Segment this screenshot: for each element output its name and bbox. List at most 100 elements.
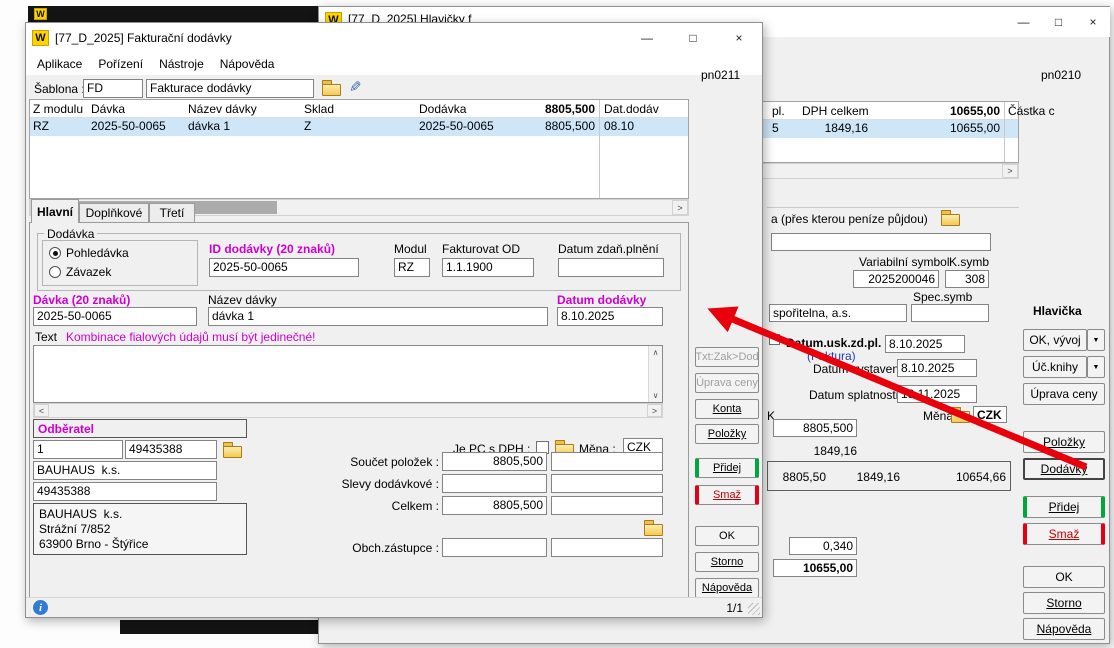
selected-row[interactable]: RZ 2025-50-0065 dávka 1 Z 2025-50-0065 8… xyxy=(30,118,688,136)
menu-aplikace[interactable]: Aplikace xyxy=(29,57,90,71)
kurz-field[interactable]: 0,340 xyxy=(789,537,857,555)
uc-knihy-button[interactable]: Úč.knihy xyxy=(1023,356,1087,378)
polozky-button[interactable]: Položky xyxy=(1023,431,1105,453)
tab-doplnkove[interactable]: Doplňkové xyxy=(79,203,149,223)
dodavky-button[interactable]: Dodávky xyxy=(1023,458,1105,480)
close-button[interactable]: × xyxy=(1076,7,1110,37)
uc-knihy-dropdown[interactable]: ▼ xyxy=(1087,356,1105,378)
uprava-ceny-button[interactable]: Úprava ceny xyxy=(695,373,759,393)
mena-field[interactable]: CZK xyxy=(973,406,1007,423)
radio-pohledavka[interactable]: Pohledávka xyxy=(49,246,129,260)
odberatel-code-field[interactable]: 1 xyxy=(33,440,123,459)
datum-zdan-field[interactable] xyxy=(558,258,664,277)
close-button[interactable]: × xyxy=(716,23,762,53)
napoveda-button[interactable]: Nápověda xyxy=(1023,618,1105,640)
menu-porizeni[interactable]: Pořízení xyxy=(90,57,151,71)
dodavka-groupbox: Dodávka Pohledávka Závazek ID dodávky (2… xyxy=(37,233,681,291)
ok-vyvoj-dropdown[interactable]: ▼ xyxy=(1087,329,1105,351)
info-icon: i xyxy=(33,600,48,615)
slevy-field-2[interactable] xyxy=(551,474,663,493)
odberatel-ico-field[interactable]: 49435388 xyxy=(125,440,217,459)
odberatel-address: BAUHAUS k.s. Strážní 7/852 63900 Brno - … xyxy=(33,503,247,555)
fakturovat-od-field[interactable]: 1.1.1900 xyxy=(442,258,534,277)
celkem-field-2[interactable] xyxy=(551,496,663,515)
folder-icon[interactable] xyxy=(644,520,662,534)
sablona-code-field[interactable]: FD xyxy=(83,79,143,98)
scroll-right-button[interactable]: > xyxy=(672,200,688,215)
total-cell: 8805,50 xyxy=(776,471,826,484)
pridej-button[interactable]: Přidej xyxy=(695,458,759,478)
tab-hlavni[interactable]: Hlavní xyxy=(31,199,79,223)
pridej-button[interactable]: Přidej xyxy=(1023,496,1105,518)
datum-usk-field[interactable]: 8.10.2025 xyxy=(885,335,965,353)
radio-zavazek[interactable]: Závazek xyxy=(49,265,111,279)
folder-icon[interactable] xyxy=(322,80,340,94)
textarea-hscrollbar[interactable]: < > xyxy=(33,403,663,418)
bank-name-field[interactable]: spořitelna, a.s. xyxy=(769,304,907,322)
k-symb-label: K.symb xyxy=(949,256,989,269)
odberatel-ico2-field[interactable]: 49435388 xyxy=(33,482,217,501)
spec-symb-field[interactable] xyxy=(911,304,989,322)
ok-vyvoj-button[interactable]: OK, vývoj xyxy=(1023,329,1087,351)
storno-button[interactable]: Storno xyxy=(1023,592,1105,614)
scroll-right-button[interactable]: > xyxy=(647,404,662,417)
total-cell: 1849,16 xyxy=(850,471,900,484)
polozky-button[interactable]: Položky xyxy=(695,424,759,444)
cell: RZ xyxy=(33,120,49,133)
textarea-vscrollbar[interactable]: ∧ ∨ xyxy=(648,346,662,402)
var-symbol-label: Variabilní symbol xyxy=(859,256,949,269)
menu-nastroje[interactable]: Nástroje xyxy=(151,57,212,71)
datum-splatnosti-field[interactable]: 18.11.2025 xyxy=(897,385,977,403)
txt-zak-dod-button[interactable]: Txt:Zak>Dod xyxy=(695,347,759,367)
celkem-field[interactable]: 8805,500 xyxy=(442,496,547,515)
resize-grip[interactable] xyxy=(748,603,760,615)
smaz-button[interactable]: Smaž xyxy=(1023,523,1105,545)
k-symb-field[interactable]: 308 xyxy=(945,270,989,288)
menu-napoveda[interactable]: Nápověda xyxy=(212,57,283,71)
checkbox[interactable] xyxy=(769,334,780,345)
ok-button[interactable]: OK xyxy=(1023,566,1105,588)
sablona-name-field[interactable]: Fakturace dodávky xyxy=(146,79,314,98)
scroll-down-icon[interactable]: ∨ xyxy=(653,391,659,400)
scroll-left-button[interactable]: < xyxy=(34,404,49,417)
smaz-button[interactable]: Smaž xyxy=(695,485,759,505)
tab-treti[interactable]: Třetí xyxy=(149,203,195,223)
modul-field[interactable]: RZ xyxy=(394,258,430,277)
nazev-davky-field[interactable]: dávka 1 xyxy=(208,307,548,326)
scroll-right-button[interactable]: > xyxy=(1002,164,1018,178)
odberatel-name-field[interactable]: BAUHAUS k.s. xyxy=(33,461,217,480)
folder-icon[interactable] xyxy=(223,442,241,456)
cell: Z xyxy=(304,120,311,133)
soucet-label: Součet položek : xyxy=(331,456,439,469)
maximize-button[interactable]: □ xyxy=(670,23,716,53)
pencil-icon[interactable]: ✎ xyxy=(349,80,362,95)
ok-button[interactable]: OK xyxy=(695,526,759,546)
maximize-button[interactable]: □ xyxy=(1041,7,1076,37)
davka-field[interactable]: 2025-50-0065 xyxy=(33,307,197,326)
storno-button[interactable]: Storno xyxy=(695,552,759,572)
var-symbol-field[interactable]: 2025200046 xyxy=(853,270,939,288)
scroll-up-icon[interactable]: ∧ xyxy=(653,348,659,357)
text-area[interactable]: ∧ ∨ xyxy=(33,345,663,403)
konta-button[interactable]: Konta xyxy=(695,399,759,419)
soucet-field[interactable]: 8805,500 xyxy=(442,452,547,471)
minimize-button[interactable]: — xyxy=(1006,7,1041,37)
minimize-button[interactable]: — xyxy=(624,23,670,53)
obch-zastupce-field-2[interactable] xyxy=(551,538,663,557)
soucet-field-2[interactable] xyxy=(551,452,663,471)
zaklad-field[interactable]: 8805,500 xyxy=(773,419,857,437)
datum-vystaveni-field[interactable]: 8.10.2025 xyxy=(897,359,977,377)
uprava-ceny-button[interactable]: Úprava ceny xyxy=(1023,383,1105,405)
folder-icon[interactable] xyxy=(951,407,969,421)
id-dodavky-field[interactable]: 2025-50-0065 xyxy=(209,258,359,277)
celkem-field[interactable]: 10655,00 xyxy=(773,559,857,577)
bank-account-field[interactable] xyxy=(771,233,991,251)
obch-zastupce-field[interactable] xyxy=(442,538,547,557)
napoveda-button[interactable]: Nápověda xyxy=(695,578,759,598)
slevy-field[interactable] xyxy=(442,474,547,493)
dodavky-grid[interactable]: Z modulu Dávka Název dávky Sklad Dodávka… xyxy=(29,99,689,199)
datum-dodavky-field[interactable]: 8.10.2025 xyxy=(557,307,663,326)
bank-account-caption: a (přes kterou peníze půjdou) xyxy=(771,213,928,226)
folder-icon[interactable] xyxy=(941,210,959,224)
background-app-bottom-fragment xyxy=(120,620,318,634)
